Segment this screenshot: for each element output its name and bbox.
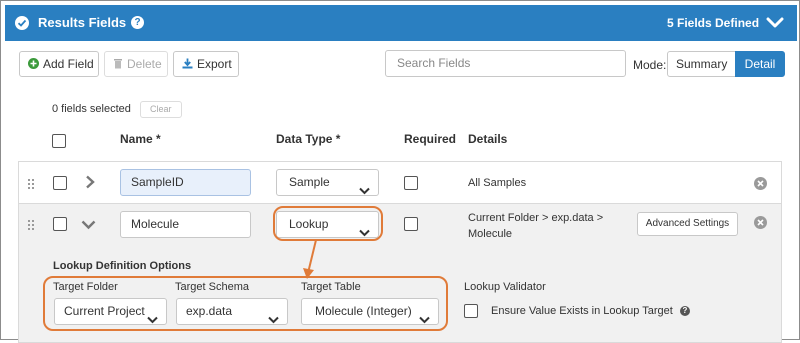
field-name-input[interactable]: Molecule bbox=[120, 211, 251, 238]
column-required: Required bbox=[404, 132, 457, 146]
data-type-value: Sample bbox=[289, 175, 330, 189]
drag-handle-icon[interactable] bbox=[28, 179, 36, 189]
times-circle-icon[interactable] bbox=[754, 216, 767, 229]
column-details: Details bbox=[468, 132, 508, 146]
mode-detail-button[interactable]: Detail bbox=[735, 51, 785, 77]
download-icon bbox=[182, 53, 193, 77]
required-checkbox[interactable] bbox=[404, 217, 418, 231]
check-circle-icon bbox=[15, 16, 29, 30]
ensure-value-label: Ensure Value Exists in Lookup Target bbox=[491, 305, 673, 317]
row-select-checkbox[interactable] bbox=[53, 176, 67, 190]
delete-label: Delete bbox=[127, 57, 162, 71]
callout-arrow-icon bbox=[303, 239, 317, 279]
delete-button[interactable]: Delete bbox=[104, 51, 168, 77]
question-circle-icon[interactable]: ? bbox=[680, 306, 690, 316]
plus-circle-icon bbox=[28, 53, 39, 77]
column-data-type: Data Type * bbox=[276, 132, 341, 146]
field-details-line2: Molecule bbox=[468, 228, 513, 240]
ensure-value-checkbox[interactable] bbox=[464, 304, 478, 318]
chevron-down-icon[interactable] bbox=[766, 17, 784, 32]
times-circle-icon[interactable] bbox=[754, 177, 767, 190]
window-frame: Results Fields ? 5 Fields Defined Add Fi… bbox=[0, 0, 800, 343]
question-circle-icon[interactable]: ? bbox=[131, 16, 144, 29]
selected-count: 0 fields selected bbox=[52, 103, 131, 115]
results-fields-header[interactable]: Results Fields ? 5 Fields Defined bbox=[5, 5, 797, 41]
trash-icon bbox=[113, 53, 123, 77]
column-name: Name * bbox=[120, 132, 161, 146]
select-all-checkbox[interactable] bbox=[52, 134, 66, 148]
data-type-callout bbox=[273, 206, 383, 241]
export-label: Export bbox=[197, 57, 232, 71]
field-details: All Samples bbox=[468, 177, 527, 189]
chevron-down-icon[interactable] bbox=[81, 219, 96, 233]
row-select-checkbox[interactable] bbox=[53, 217, 67, 231]
chevron-right-icon[interactable] bbox=[85, 175, 95, 192]
add-field-label: Add Field bbox=[43, 57, 94, 71]
add-field-button[interactable]: Add Field bbox=[19, 51, 99, 77]
mode-summary-button[interactable]: Summary bbox=[667, 51, 736, 77]
lookup-validator-label: Lookup Validator bbox=[464, 281, 546, 293]
drag-handle-icon[interactable] bbox=[28, 220, 36, 230]
field-name-input[interactable]: SampleID bbox=[120, 169, 251, 196]
lookup-targets-callout bbox=[43, 276, 448, 331]
caret-down-icon bbox=[359, 179, 370, 204]
data-type-select[interactable]: Sample bbox=[276, 169, 379, 196]
field-row: SampleID Sample All Samples bbox=[18, 161, 782, 204]
panel-title: Results Fields bbox=[38, 15, 127, 30]
lookup-section-title: Lookup Definition Options bbox=[53, 260, 192, 272]
required-checkbox[interactable] bbox=[404, 176, 418, 190]
export-button[interactable]: Export bbox=[173, 51, 239, 77]
fields-count: 5 Fields Defined bbox=[667, 16, 760, 30]
advanced-settings-button[interactable]: Advanced Settings bbox=[637, 212, 738, 236]
clear-button[interactable]: Clear bbox=[140, 101, 182, 118]
field-details-line1: Current Folder > exp.data > bbox=[468, 212, 604, 224]
search-fields-input[interactable]: Search Fields bbox=[385, 50, 626, 77]
mode-label: Mode: bbox=[633, 58, 667, 72]
